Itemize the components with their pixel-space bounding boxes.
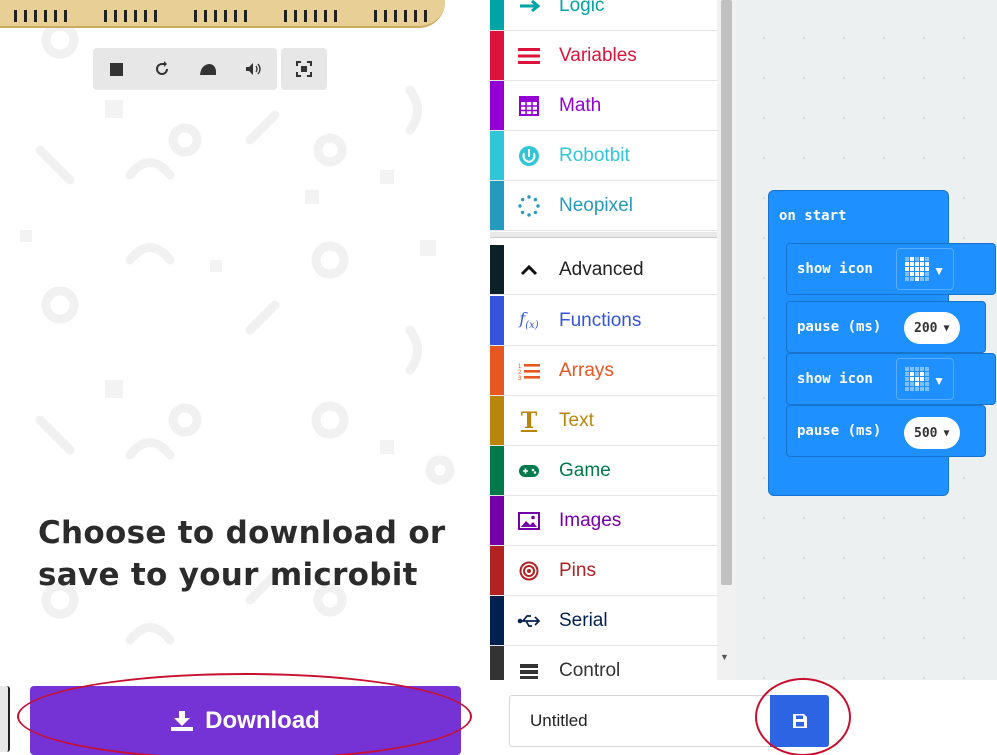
category-images[interactable]: Images bbox=[490, 496, 717, 546]
project-name-input[interactable] bbox=[509, 695, 771, 747]
dropdown-caret-icon: ▼ bbox=[943, 427, 950, 439]
on-start-label: on start bbox=[779, 208, 847, 224]
control-icon bbox=[517, 659, 541, 681]
dropdown-caret-icon: ▼ bbox=[943, 322, 950, 334]
serial-icon bbox=[517, 609, 541, 633]
slowmo-icon[interactable] bbox=[185, 48, 231, 90]
svg-text:3: 3 bbox=[518, 376, 522, 380]
category-math[interactable]: Math bbox=[490, 81, 717, 131]
collapse-simulator-handle[interactable] bbox=[0, 686, 10, 752]
simulator-toolbar bbox=[93, 48, 327, 90]
pause-value-field-2[interactable]: 500 ▼ bbox=[904, 417, 960, 449]
category-game[interactable]: Game bbox=[490, 446, 717, 496]
icon-picker-small-heart[interactable]: ▼ bbox=[896, 358, 954, 400]
icon-picker-heart[interactable]: ▼ bbox=[896, 248, 954, 290]
game-icon bbox=[517, 459, 541, 483]
text-icon: T bbox=[520, 407, 538, 434]
save-button[interactable] bbox=[770, 695, 829, 747]
variables-icon bbox=[517, 44, 541, 68]
dropdown-caret-icon: ▼ bbox=[933, 374, 945, 388]
dropdown-caret-icon: ▼ bbox=[933, 264, 945, 278]
show-icon-block-2[interactable]: show icon bbox=[786, 353, 996, 405]
save-icon bbox=[792, 714, 807, 728]
neopixel-icon bbox=[517, 194, 541, 218]
arrays-icon: 123 bbox=[517, 359, 541, 383]
restart-icon[interactable] bbox=[139, 48, 185, 90]
heart-icon bbox=[905, 257, 929, 281]
category-neopixel[interactable]: Neopixel bbox=[490, 181, 717, 231]
category-functions[interactable]: f(x) Functions bbox=[490, 296, 717, 346]
category-logic[interactable]: Logic bbox=[490, 0, 717, 31]
chevron-up-icon bbox=[517, 258, 541, 282]
robotbit-icon bbox=[517, 144, 541, 168]
toolbox: Logic Variables Math Robotbit Neopixel A… bbox=[490, 0, 717, 680]
scroll-down-arrow-icon[interactable]: ▼ bbox=[720, 652, 729, 662]
microbit-board-edge bbox=[0, 0, 445, 28]
mute-icon[interactable] bbox=[231, 48, 277, 90]
stop-icon[interactable] bbox=[93, 48, 139, 90]
simulator-panel: Choose to download or save to your micro… bbox=[0, 0, 490, 680]
toolbox-separator bbox=[490, 232, 717, 238]
category-variables[interactable]: Variables bbox=[490, 31, 717, 81]
pause-value-field-1[interactable]: 200 ▼ bbox=[904, 312, 960, 344]
small-heart-icon bbox=[905, 367, 929, 391]
logic-icon bbox=[517, 0, 541, 18]
functions-icon: f(x) bbox=[519, 309, 539, 332]
category-control[interactable]: Control bbox=[490, 646, 717, 680]
category-serial[interactable]: Serial bbox=[490, 596, 717, 646]
fullscreen-icon[interactable] bbox=[281, 48, 327, 90]
math-icon bbox=[517, 94, 541, 118]
category-advanced[interactable]: Advanced bbox=[490, 245, 717, 295]
images-icon bbox=[517, 509, 541, 533]
download-label: Download bbox=[205, 706, 320, 734]
download-button[interactable]: Download bbox=[30, 686, 461, 755]
category-robotbit[interactable]: Robotbit bbox=[490, 131, 717, 181]
download-icon bbox=[171, 710, 194, 731]
toolbox-scrollbar-thumb[interactable] bbox=[721, 0, 732, 585]
pins-icon bbox=[517, 559, 541, 583]
category-pins[interactable]: Pins bbox=[490, 546, 717, 596]
show-icon-block-1[interactable]: show icon bbox=[786, 243, 996, 295]
category-text[interactable]: T Text bbox=[490, 396, 717, 446]
download-instruction-text: Choose to download or save to your micro… bbox=[38, 515, 446, 593]
category-arrays[interactable]: 123 Arrays bbox=[490, 346, 717, 396]
